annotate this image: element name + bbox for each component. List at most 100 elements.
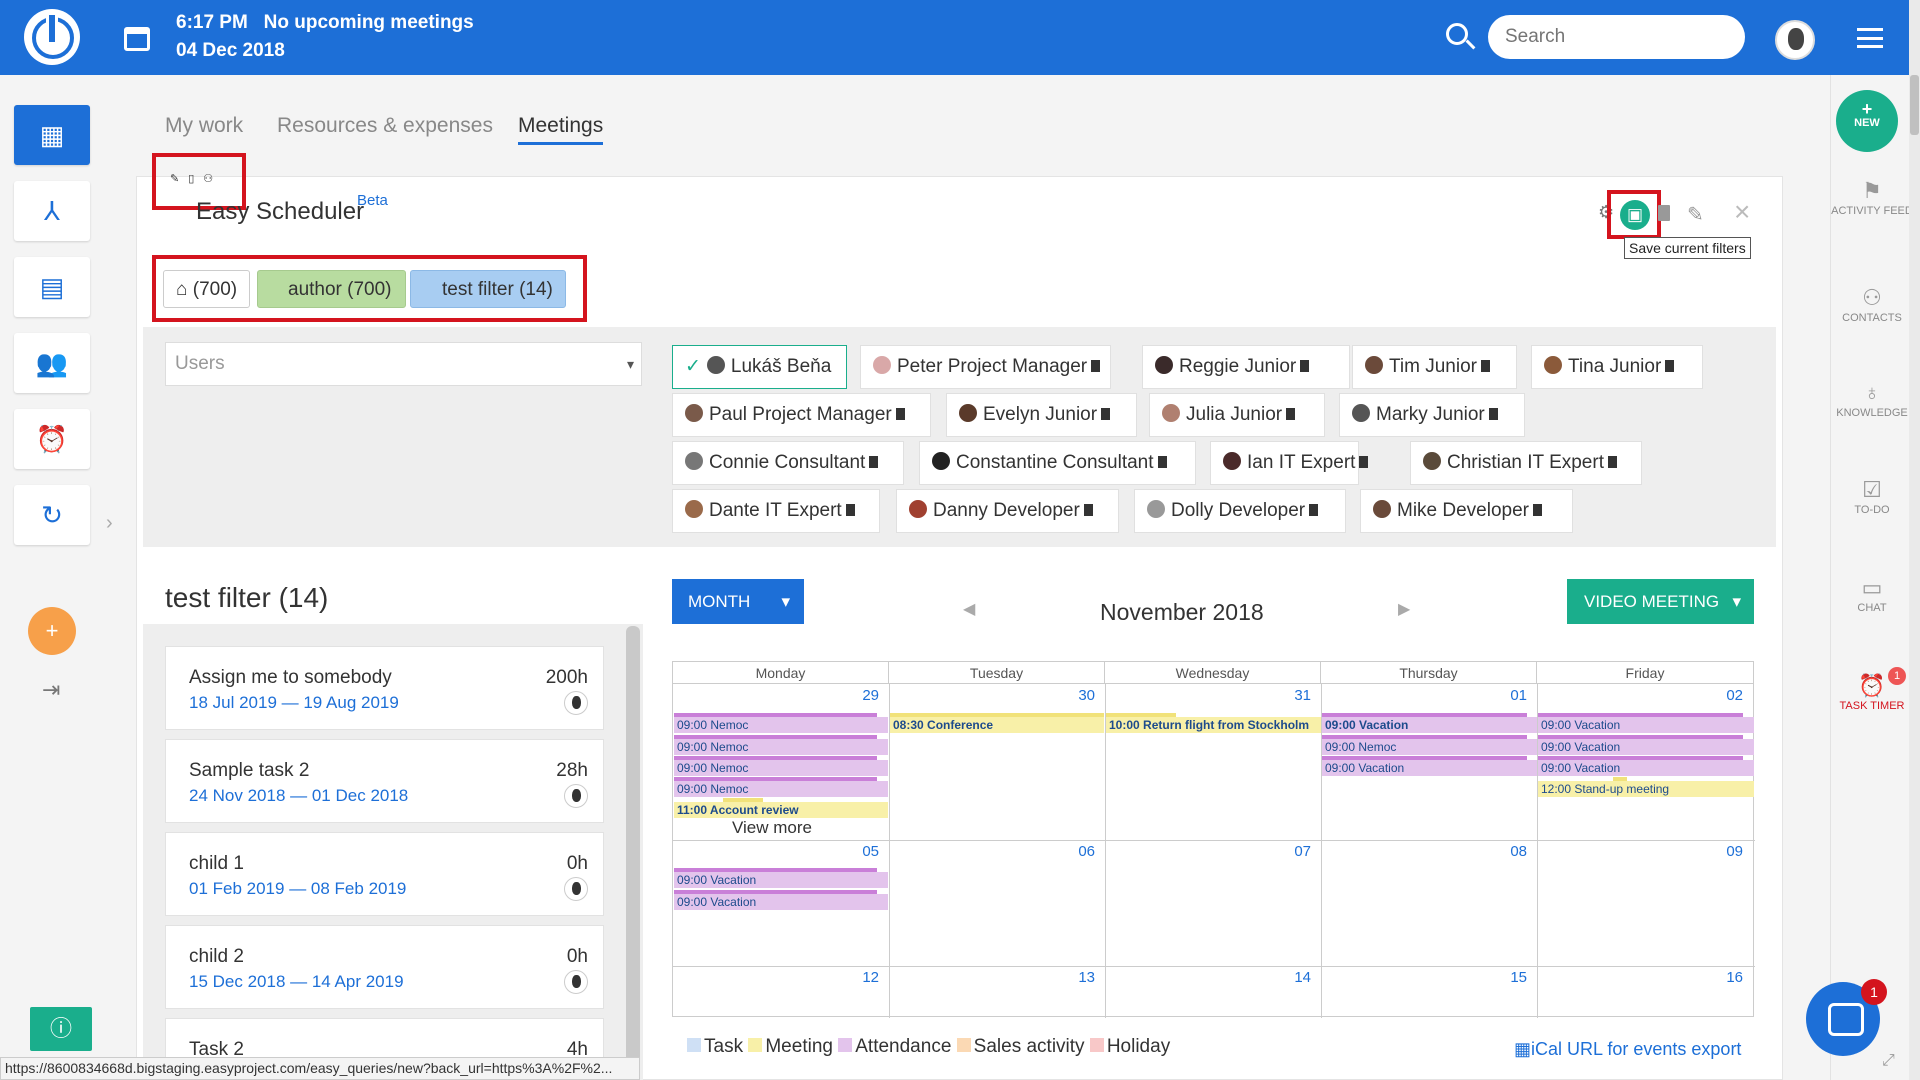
calendar-event[interactable]: 09:00 Vacation [1538,739,1754,755]
delete-icon[interactable]: ▯ [188,173,203,185]
close-icon[interactable]: × [1734,196,1750,228]
filter-home-button[interactable]: ⌂ (700) [163,270,251,308]
edit-icon[interactable]: ✎ [170,173,188,185]
tab-resources-expenses[interactable]: Resources & expenses [277,114,493,138]
calendar-icon[interactable] [124,27,150,51]
day-number[interactable]: 14 [1111,969,1311,986]
calendar-event[interactable]: 09:00 Vacation [674,894,888,910]
calendar-event[interactable]: 09:00 Nemoc [674,781,888,797]
trash-icon[interactable] [1488,407,1498,420]
users-select[interactable]: Users [165,342,642,386]
add-user-icon[interactable]: + [28,607,76,655]
day-number[interactable]: 30 [895,687,1095,704]
page-scrollbar[interactable] [1909,0,1920,1080]
user-chip[interactable]: Tina Junior [1531,345,1703,389]
tab-meetings[interactable]: Meetings [518,114,604,145]
task-card[interactable]: Task 2 4h [165,1018,604,1062]
trash-icon[interactable] [1157,455,1167,468]
sidebar-item-contacts[interactable]: ⚇ CONTACTS [1830,287,1914,326]
user-chip[interactable]: Julia Junior [1149,393,1325,437]
filter-author-button[interactable]: author (700) [257,270,406,308]
day-number[interactable]: 01 [1327,687,1527,704]
filter-test-button[interactable]: test filter (14) [410,270,566,308]
users-mini-icon[interactable]: ⚇ [203,173,222,185]
hamburger-menu-icon[interactable] [1857,28,1883,48]
trash-icon[interactable] [1091,359,1101,372]
month-view-button[interactable]: MONTH [672,579,804,624]
page-scrollbar-thumb[interactable] [1910,75,1919,135]
day-number[interactable]: 09 [1543,843,1743,860]
user-chip[interactable]: Peter Project Manager [860,345,1111,389]
users-icon[interactable]: 👥 [14,333,90,393]
calendar-event[interactable]: 08:30 Conference [890,717,1104,733]
user-chip[interactable]: Connie Consultant [672,441,904,485]
trash-icon[interactable] [895,407,905,420]
day-number[interactable]: 05 [679,843,879,860]
user-avatar[interactable] [1775,20,1815,60]
trash-icon[interactable] [1607,455,1617,468]
trash-icon[interactable] [1658,205,1670,221]
day-number[interactable]: 07 [1111,843,1311,860]
save-filter-icon[interactable]: ▣ [1620,200,1650,230]
calendar-event[interactable]: 09:00 Vacation [1322,717,1537,733]
day-number[interactable]: 08 [1327,843,1527,860]
video-meeting-button[interactable]: VIDEO MEETING [1567,579,1754,624]
day-number[interactable]: 16 [1543,969,1743,986]
calendar-event[interactable]: 09:00 Nemoc [1322,739,1537,755]
trash-icon[interactable] [1665,359,1675,372]
trash-icon[interactable] [1101,407,1111,420]
trash-icon[interactable] [1533,503,1542,516]
app-logo-icon[interactable] [24,9,80,65]
day-number[interactable]: 15 [1327,969,1527,986]
user-chip[interactable]: Mike Developer [1360,489,1573,533]
info-icon[interactable]: ⓘ [30,1007,92,1051]
refresh-icon[interactable]: ↻ [14,485,90,545]
user-chip[interactable]: ✓ Lukáš Beňa [672,345,847,389]
alarm-clock-icon[interactable]: ⏰ [14,409,90,469]
tasks-clipboard-icon[interactable]: ▤ [14,257,90,317]
trash-icon[interactable] [1309,503,1319,516]
trash-icon[interactable] [1286,407,1296,420]
user-chip[interactable]: Reggie Junior [1142,345,1350,389]
trash-icon[interactable] [1300,359,1310,372]
ical-export-link[interactable]: ▦iCal URL for events export [1514,1039,1741,1060]
search-icon[interactable] [1446,23,1468,45]
projects-tree-icon[interactable]: ⅄ [14,181,90,241]
calendar-event[interactable]: 10:00 Return flight from Stockholm [1106,717,1321,733]
day-number[interactable]: 29 [679,687,879,704]
calendar-event[interactable]: 12:00 Stand-up meeting [1538,781,1754,797]
calendar-event[interactable]: 09:00 Nemoc [674,739,888,755]
task-card[interactable]: child 1 0h 01 Feb 2019 — 08 Feb 2019 [165,832,604,916]
expand-icon[interactable]: ⤢ [1882,1052,1895,1070]
pencil-icon[interactable]: ✎ [1687,202,1704,227]
task-card[interactable]: child 2 0h 15 Dec 2018 — 14 Apr 2019 [165,925,604,1009]
user-chip[interactable]: Dante IT Expert [672,489,880,533]
sidebar-item-knowledge[interactable]: ♁ KNOWLEDGE [1830,382,1914,421]
user-chip[interactable]: Ian IT Expert [1210,441,1369,485]
user-chip[interactable]: Constantine Consultant [919,441,1196,485]
calendar-event[interactable]: 09:00 Nemoc [674,760,888,776]
trash-icon[interactable] [1083,503,1093,516]
trash-icon[interactable] [869,455,879,468]
day-number[interactable]: 12 [679,969,879,986]
day-number[interactable]: 13 [895,969,1095,986]
user-chip[interactable]: Marky Junior [1339,393,1525,437]
new-button[interactable]: + NEW [1836,90,1898,152]
calendar-event[interactable]: 09:00 Nemoc [674,717,888,733]
user-chip[interactable]: Paul Project Manager [672,393,931,437]
tab-my-work[interactable]: My work [165,114,243,138]
trash-icon[interactable] [1359,455,1369,468]
view-more-link[interactable]: View more [732,818,812,838]
prev-month-icon[interactable]: ◀ [963,599,975,619]
user-chip[interactable]: Danny Developer [896,489,1119,533]
task-card[interactable]: Sample task 2 28h 24 Nov 2018 — 01 Dec 201… [165,739,604,823]
sidebar-expand-chevron-icon[interactable]: › [106,512,113,535]
calendar-event[interactable]: 09:00 Vacation [1322,760,1537,776]
trash-icon[interactable] [1480,359,1490,372]
search-input[interactable] [1488,15,1745,59]
task-card[interactable]: Assign me to somebody 200h 18 Jul 2019 — 1… [165,646,604,730]
calendar-event[interactable]: 09:00 Vacation [674,872,888,888]
trash-icon[interactable] [845,503,855,516]
calendar-event[interactable]: 09:00 Vacation [1538,717,1754,733]
user-chip[interactable]: Christian IT Expert [1410,441,1642,485]
